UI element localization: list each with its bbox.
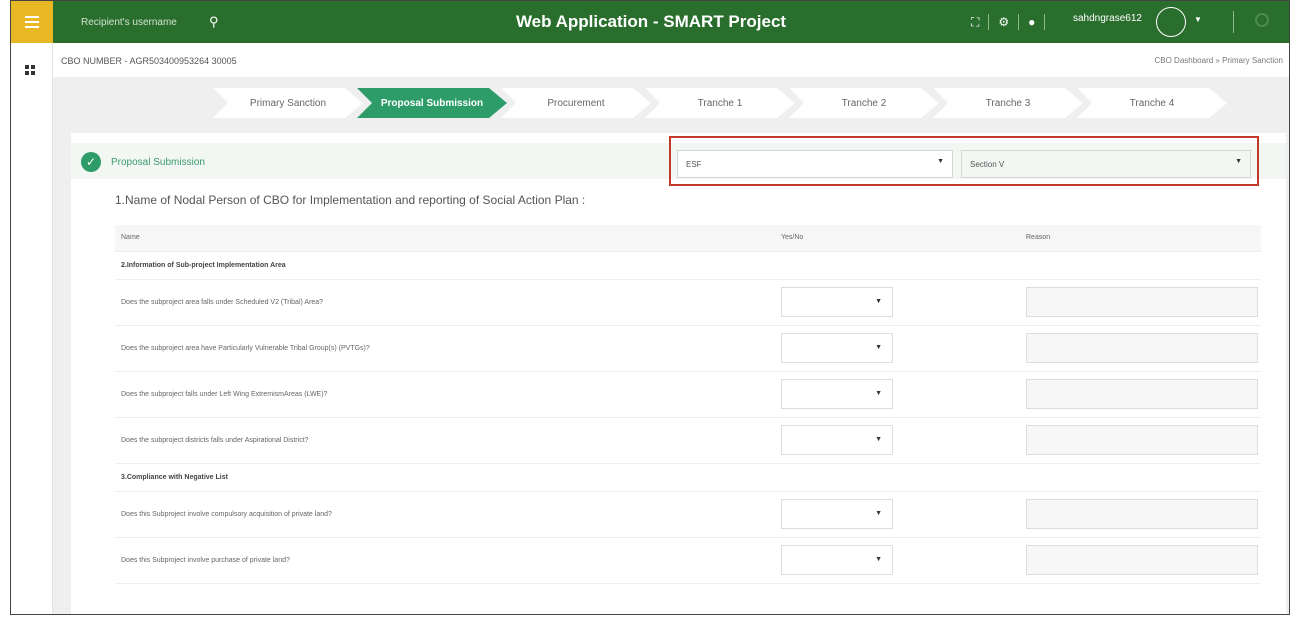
step-tranche-2[interactable]: Tranche 2: [789, 88, 939, 118]
column-header-reason: Reason: [1020, 225, 1261, 252]
column-header-yes-no: Yes/No: [775, 225, 1020, 252]
step-tranche-4[interactable]: Tranche 4: [1077, 88, 1227, 118]
chevron-down-icon: ▼: [875, 510, 882, 517]
section-select-value: Section V: [970, 160, 1005, 169]
search-input[interactable]: Recipient's username: [71, 17, 209, 28]
progress-steps: Primary Sanction Proposal Submission Pro…: [213, 88, 1227, 122]
divider: [1018, 14, 1020, 30]
cbo-number: CBO NUMBER - AGR503400953264 30005: [61, 56, 237, 66]
chevron-down-icon: ▼: [875, 298, 882, 305]
question-text: Does the subproject area have Particular…: [115, 325, 775, 372]
step-procurement[interactable]: Procurement: [501, 88, 651, 118]
app-title: Web Application - SMART Project: [515, 12, 787, 31]
chevron-down-icon: ▼: [937, 158, 944, 165]
proposal-panel: ✓ Proposal Submission ESF ▼ Section V ▼ …: [71, 133, 1286, 614]
divider: [988, 14, 990, 30]
yes-no-select[interactable]: ▼: [781, 545, 893, 575]
chevron-down-icon: ▼: [875, 556, 882, 563]
hamburger-icon: [25, 16, 39, 28]
question-text: Does this Subproject involve purchase of…: [115, 537, 775, 584]
notification-icon[interactable]: ●: [1028, 15, 1035, 29]
table-row: Does the subproject falls under Left Win…: [115, 371, 1261, 418]
table-header-row: Name Yes/No Reason: [115, 225, 1261, 252]
divider: [1044, 14, 1046, 30]
table-row: Does the subproject area falls under Sch…: [115, 279, 1261, 326]
compliance-table: Name Yes/No Reason 2.Information of Sub-…: [115, 225, 1261, 584]
step-tranche-1[interactable]: Tranche 1: [645, 88, 795, 118]
step-primary-sanction[interactable]: Primary Sanction: [213, 88, 363, 118]
reason-input[interactable]: [1026, 379, 1258, 409]
chevron-down-icon: ▼: [875, 436, 882, 443]
question-text: Does this Subproject involve compulsory …: [115, 491, 775, 538]
header-icons: ⛶ ⚙ ●: [971, 13, 1054, 31]
section-label: 2.Information of Sub-project Implementat…: [115, 251, 1261, 280]
chevron-down-icon: ▼: [1235, 158, 1242, 165]
breadcrumb-bar: CBO NUMBER - AGR503400953264 30005 CBO D…: [53, 43, 1289, 77]
nodal-person-question: 1.Name of Nodal Person of CBO for Implem…: [115, 193, 586, 207]
question-text: Does the subproject falls under Left Win…: [115, 371, 775, 418]
username-label[interactable]: sahdngrase612: [1073, 13, 1142, 24]
search-icon[interactable]: ⚲: [209, 14, 219, 30]
yes-no-select[interactable]: ▼: [781, 499, 893, 529]
table-row: Does the subproject area have Particular…: [115, 325, 1261, 372]
yes-no-select[interactable]: ▼: [781, 333, 893, 363]
reason-input[interactable]: [1026, 545, 1258, 575]
apps-grid-icon[interactable]: [25, 65, 35, 75]
yes-no-select[interactable]: ▼: [781, 379, 893, 409]
reason-input[interactable]: [1026, 499, 1258, 529]
search-box[interactable]: Recipient's username ⚲: [71, 9, 241, 35]
reason-input[interactable]: [1026, 425, 1258, 455]
category-select[interactable]: ESF ▼: [677, 150, 953, 178]
yes-no-select[interactable]: ▼: [781, 287, 893, 317]
settings-icon[interactable]: ⚙: [998, 15, 1009, 29]
reason-input[interactable]: [1026, 333, 1258, 363]
top-navbar: Recipient's username ⚲ Web Application -…: [11, 1, 1289, 43]
divider: [1233, 11, 1234, 33]
chevron-down-icon[interactable]: ▼: [1194, 15, 1202, 24]
section-title: Proposal Submission: [111, 157, 205, 168]
power-icon[interactable]: [1255, 13, 1269, 27]
table-row: Does the subproject districts falls unde…: [115, 417, 1261, 464]
yes-no-select[interactable]: ▼: [781, 425, 893, 455]
reason-input[interactable]: [1026, 287, 1258, 317]
table-row: Does this Subproject involve purchase of…: [115, 537, 1261, 584]
menu-toggle-button[interactable]: [11, 1, 53, 43]
fullscreen-icon[interactable]: ⛶: [971, 15, 979, 30]
breadcrumb[interactable]: CBO Dashboard » Primary Sanction: [1155, 56, 1284, 65]
category-select-value: ESF: [686, 160, 702, 169]
app-window: Recipient's username ⚲ Web Application -…: [10, 0, 1290, 615]
avatar[interactable]: [1156, 7, 1186, 37]
column-header-name: Name: [115, 225, 775, 252]
step-tranche-3[interactable]: Tranche 3: [933, 88, 1083, 118]
table-row: Does this Subproject involve compulsory …: [115, 491, 1261, 538]
table-section-row: 2.Information of Sub-project Implementat…: [115, 251, 1261, 280]
chevron-down-icon: ▼: [875, 390, 882, 397]
left-sidebar: [11, 43, 53, 614]
chevron-down-icon: ▼: [875, 344, 882, 351]
question-text: Does the subproject districts falls unde…: [115, 417, 775, 464]
section-select[interactable]: Section V ▼: [961, 150, 1251, 178]
table-section-row: 3.Compliance with Negative List: [115, 463, 1261, 492]
section-label: 3.Compliance with Negative List: [115, 463, 1261, 492]
main-content: CBO NUMBER - AGR503400953264 30005 CBO D…: [53, 43, 1289, 614]
step-proposal-submission[interactable]: Proposal Submission: [357, 88, 507, 118]
question-text: Does the subproject area falls under Sch…: [115, 279, 775, 326]
check-circle-icon: ✓: [81, 152, 101, 172]
